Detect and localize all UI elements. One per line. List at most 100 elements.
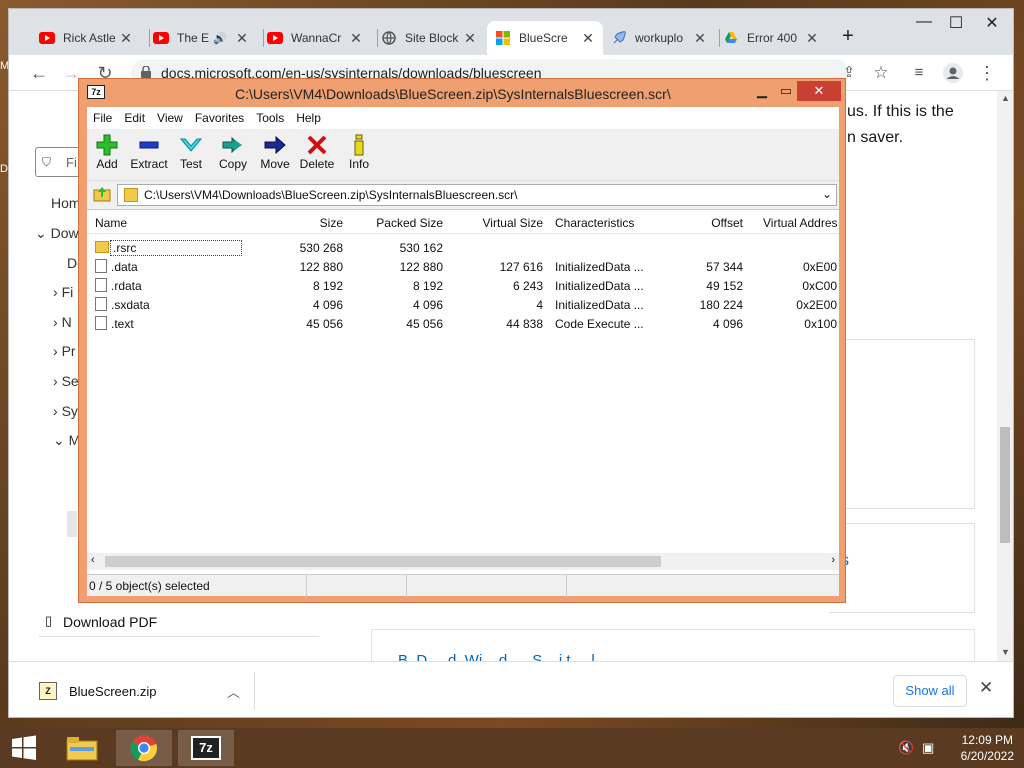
nav-selection-marker [67, 511, 77, 537]
scroll-up-icon[interactable]: ▲ [1001, 93, 1010, 103]
sevenzip-titlebar[interactable]: 7z C:\Users\VM4\Downloads\BlueScreen.zip… [79, 79, 845, 107]
close-icon[interactable]: ✕ [463, 30, 477, 47]
nav-item-sy[interactable]: › Sy [53, 403, 78, 419]
close-icon[interactable]: ✕ [349, 30, 363, 47]
menu-view[interactable]: View [157, 111, 183, 125]
column-header-virtual-address[interactable]: Virtual Addres [763, 216, 839, 230]
menu-bar: File Edit View Favorites Tools Help [87, 107, 839, 129]
chevron-down-icon[interactable]: ⌄ [822, 187, 832, 201]
chevron-up-icon[interactable]: ︿ [227, 682, 240, 701]
copy-button[interactable]: Copy [213, 133, 253, 171]
nav-item-m[interactable]: ⌄ M [53, 432, 80, 449]
test-button[interactable]: Test [171, 133, 211, 171]
close-icon[interactable]: ✕ [693, 30, 707, 47]
horizontal-scrollbar[interactable]: ‹ › [87, 553, 839, 570]
minimize-button[interactable]: ▁ [751, 81, 773, 101]
info-button[interactable]: Info [339, 133, 379, 171]
menu-edit[interactable]: Edit [124, 111, 145, 125]
tab-wannacry[interactable]: WannaCr ✕ [259, 21, 371, 55]
close-downloads-icon[interactable]: ✕ [979, 678, 993, 698]
scrollbar-thumb[interactable] [105, 556, 661, 567]
file-packed-size: 530 162 [399, 241, 443, 255]
nav-item-pr[interactable]: › Pr [53, 343, 76, 359]
table-row[interactable]: .rsrc 530 268 530 162 [87, 238, 839, 257]
menu-kebab-icon[interactable]: ⋮ [975, 61, 999, 85]
nav-item-downloads[interactable]: ⌄ Dow [35, 225, 79, 242]
reading-list-icon[interactable]: ≡ [907, 61, 931, 85]
scroll-down-icon[interactable]: ▼ [1001, 647, 1010, 657]
up-folder-icon[interactable] [93, 186, 111, 205]
column-header-packed-size[interactable]: Packed Size [347, 216, 443, 230]
desktop-icon-label-d: D [0, 163, 8, 175]
file-characteristics: InitializedData ... [555, 298, 644, 312]
sevenzip-taskbar-button[interactable]: 7z [178, 730, 234, 766]
column-header-size[interactable]: Size [247, 216, 343, 230]
page-scrollbar[interactable]: ▲ ▼ [997, 91, 1013, 661]
column-header-virtual-size[interactable]: Virtual Size [447, 216, 543, 230]
tab-rick-astley[interactable]: Rick Astle ✕ [31, 21, 141, 55]
scroll-right-icon[interactable]: › [831, 554, 835, 566]
column-header-offset[interactable]: Offset [647, 216, 743, 230]
profile-avatar[interactable] [941, 61, 965, 85]
add-button[interactable]: Add [87, 133, 127, 171]
tab-workupload[interactable]: workuplo ✕ [603, 21, 715, 55]
download-pdf-link[interactable]: ▯ Download PDF [39, 607, 319, 637]
table-row[interactable]: .data 122 880 122 880 127 616 Initialize… [87, 257, 839, 276]
table-row[interactable]: .sxdata 4 096 4 096 4 InitializedData ..… [87, 295, 839, 314]
scroll-left-icon[interactable]: ‹ [91, 554, 95, 566]
chrome-taskbar-button[interactable] [116, 730, 172, 766]
tab-site-block[interactable]: Site Block ✕ [373, 21, 485, 55]
delete-button[interactable]: Delete [297, 133, 337, 171]
menu-file[interactable]: File [93, 111, 112, 125]
maximize-button[interactable]: ☐ [941, 13, 971, 33]
path-combobox[interactable]: C:\Users\VM4\Downloads\BlueScreen.zip\Sy… [117, 184, 837, 206]
nav-item-label: Sy [61, 403, 78, 419]
bottom-link[interactable]: B. D.... d. Wi... d..... S....i.t.....l [398, 652, 595, 661]
tab-error-400[interactable]: Error 400 ✕ [715, 21, 827, 55]
bookmark-star-icon[interactable]: ☆ [869, 61, 893, 85]
speaker-muted-icon[interactable]: 🔇 [898, 740, 914, 756]
maximize-button[interactable]: ▭ [775, 81, 797, 101]
nav-item-label: Fi [61, 284, 74, 300]
table-row[interactable]: .text 45 056 45 056 44 838 Code Execute … [87, 314, 839, 333]
file-name: .rdata [111, 279, 142, 293]
menu-favorites[interactable]: Favorites [195, 111, 244, 125]
start-button[interactable] [0, 730, 48, 766]
close-icon[interactable]: ✕ [119, 30, 133, 47]
close-icon[interactable]: ✕ [235, 30, 249, 47]
scrollbar-thumb[interactable] [1000, 427, 1010, 543]
double-arrow-icon [213, 133, 253, 157]
back-button[interactable]: ← [27, 61, 51, 85]
column-header-name[interactable]: Name [95, 216, 245, 230]
menu-help[interactable]: Help [296, 111, 321, 125]
youtube-icon [39, 30, 55, 46]
nav-item-fi[interactable]: › Fi [53, 284, 73, 300]
tab-the-e[interactable]: The E 🔊 ✕ [145, 21, 257, 55]
close-window-button[interactable]: ✕ [797, 81, 841, 101]
close-icon[interactable]: ✕ [581, 30, 595, 47]
nav-item-n[interactable]: › N [53, 314, 72, 330]
new-tab-button[interactable]: + [833, 25, 863, 48]
nav-item-home[interactable]: Hom [51, 195, 81, 211]
tool-label: Move [260, 157, 290, 171]
close-icon[interactable]: ✕ [805, 30, 819, 47]
nav-item-se[interactable]: › Se [53, 373, 79, 389]
file-explorer-icon [66, 737, 98, 761]
extract-button[interactable]: Extract [129, 133, 169, 171]
download-item[interactable]: Z BlueScreen.zip ︿ [29, 672, 255, 710]
move-button[interactable]: Move [255, 133, 295, 171]
minimize-button[interactable]: — [909, 13, 939, 31]
folder-icon [95, 241, 109, 253]
body-text-line: us. If this is the [847, 103, 954, 120]
close-window-button[interactable]: ✕ [977, 13, 1007, 33]
globe-icon [381, 30, 397, 46]
table-row[interactable]: .rdata 8 192 8 192 6 243 InitializedData… [87, 276, 839, 295]
tab-bluescreen[interactable]: BlueScre ✕ [487, 21, 603, 55]
tool-label: Add [96, 157, 118, 171]
column-header-characteristics[interactable]: Characteristics [555, 216, 651, 230]
show-all-button[interactable]: Show all [893, 675, 967, 707]
system-clock[interactable]: 12:09 PM 6/20/2022 [961, 732, 1014, 764]
network-icon[interactable]: ▣ [922, 740, 934, 756]
file-explorer-taskbar-button[interactable] [54, 730, 110, 766]
menu-tools[interactable]: Tools [256, 111, 284, 125]
